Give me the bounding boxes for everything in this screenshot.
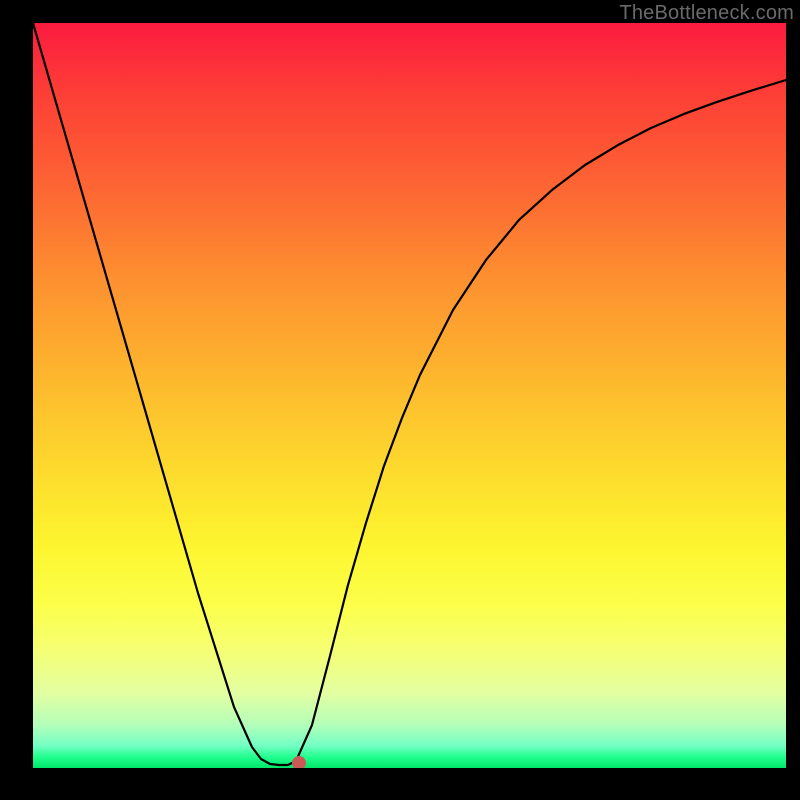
watermark-text: TheBottleneck.com: [619, 2, 794, 25]
minimum-dot: [292, 756, 306, 768]
bottleneck-curve: [33, 23, 786, 768]
chart-frame: TheBottleneck.com: [0, 0, 800, 800]
plot-area: [33, 23, 786, 768]
